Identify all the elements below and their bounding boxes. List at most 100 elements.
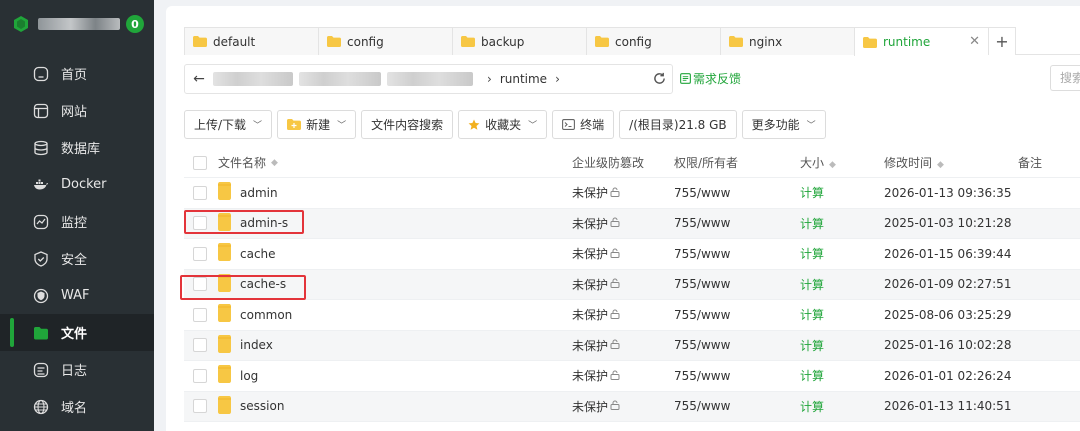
calculate-size-link[interactable]: 计算 <box>800 278 824 292</box>
permission-owner[interactable]: 755/www <box>674 308 730 322</box>
database-icon <box>32 139 49 156</box>
permission-owner[interactable]: 755/www <box>674 247 730 261</box>
unlock-icon[interactable] <box>610 369 620 383</box>
refresh-icon[interactable] <box>653 72 666 85</box>
calculate-size-link[interactable]: 计算 <box>800 339 824 353</box>
file-name[interactable]: admin-s <box>240 216 288 230</box>
calculate-size-link[interactable]: 计算 <box>800 186 824 200</box>
table-row[interactable]: index 未保护 755/www 计算 2025-01-16 10:02:28 <box>184 330 1080 361</box>
calculate-size-link[interactable]: 计算 <box>800 369 824 383</box>
terminal-button[interactable]: 终端 <box>552 110 615 139</box>
tab-config[interactable]: config <box>318 27 452 55</box>
permission-owner[interactable]: 755/www <box>674 369 730 383</box>
sort-icon: ◆ <box>271 157 278 168</box>
permission-owner[interactable]: 755/www <box>674 216 730 230</box>
row-checkbox[interactable] <box>193 246 207 261</box>
row-checkbox[interactable] <box>193 307 207 322</box>
content-search-button[interactable]: 文件内容搜索 <box>361 110 454 139</box>
more-functions-button[interactable]: 更多功能 ﹀ <box>741 110 826 139</box>
calculate-size-link[interactable]: 计算 <box>800 247 824 261</box>
row-checkbox[interactable] <box>193 368 207 383</box>
sidebar-item-home[interactable]: 首页 <box>0 55 154 92</box>
new-button[interactable]: 新建 ﹀ <box>277 110 357 139</box>
button-label: 终端 <box>580 118 605 132</box>
sidebar-item-waf[interactable]: WAF <box>0 277 154 314</box>
unlock-icon[interactable] <box>610 247 620 261</box>
sidebar: 0 首页 网站 数据库 Docker 监控 安全 WAF 文件 日志 域名 <box>0 0 154 431</box>
folder-icon <box>218 182 231 203</box>
tab-label: runtime <box>883 35 931 49</box>
column-modified[interactable]: 修改时间 ◆ <box>884 154 1018 171</box>
permission-owner[interactable]: 755/www <box>674 399 730 413</box>
permission-owner[interactable]: 755/www <box>674 277 730 291</box>
folder-icon <box>218 334 231 356</box>
sidebar-item-domain[interactable]: 域名 <box>0 388 154 425</box>
row-checkbox[interactable] <box>193 185 207 200</box>
unlock-icon[interactable] <box>610 308 620 322</box>
file-name[interactable]: log <box>240 369 258 383</box>
modified-time: 2026-01-15 06:39:44 <box>884 246 1012 261</box>
feedback-link[interactable]: 需求反馈 <box>680 70 741 87</box>
table-row[interactable]: common 未保护 755/www 计算 2025-08-06 03:25:29 <box>184 300 1080 331</box>
favorites-button[interactable]: 收藏夹 ﹀ <box>458 110 548 139</box>
tab-runtime[interactable]: runtime ✕ <box>854 27 988 56</box>
sidebar-item-label: 文件 <box>61 327 88 342</box>
column-size[interactable]: 大小 ◆ <box>800 154 884 171</box>
table-row[interactable]: session 未保护 755/www 计算 2026-01-13 11:40:51 <box>184 391 1080 422</box>
permission-owner[interactable]: 755/www <box>674 186 730 200</box>
close-icon[interactable]: ✕ <box>969 34 980 49</box>
protect-status: 未保护 <box>572 308 609 323</box>
sidebar-item-security[interactable]: 安全 <box>0 240 154 277</box>
table-row[interactable]: admin-s 未保护 755/www 计算 2025-01-03 10:21:28 <box>184 208 1080 239</box>
sidebar-item-label: WAF <box>61 288 90 303</box>
file-name[interactable]: cache <box>240 247 276 261</box>
sort-icon: ◆ <box>937 160 944 170</box>
tab-config[interactable]: config <box>586 27 720 55</box>
sidebar-item-docker[interactable]: Docker <box>0 166 154 203</box>
header-label: 备注 <box>1018 156 1043 170</box>
file-name[interactable]: cache-s <box>240 277 286 291</box>
file-name[interactable]: common <box>240 308 292 322</box>
row-checkbox[interactable] <box>193 338 207 353</box>
sidebar-item-logs[interactable]: 日志 <box>0 351 154 388</box>
column-name[interactable]: 文件名称 ◆ <box>218 154 572 171</box>
tab-label: nginx <box>749 34 783 49</box>
calculate-size-link[interactable]: 计算 <box>800 217 824 231</box>
path-current[interactable]: runtime <box>500 72 547 86</box>
tab-backup[interactable]: backup <box>452 27 586 55</box>
table-row[interactable]: cache 未保护 755/www 计算 2026-01-15 06:39:44 <box>184 239 1080 270</box>
add-tab-button[interactable]: + <box>988 27 1016 55</box>
unlock-icon[interactable] <box>610 338 620 352</box>
folder-icon <box>595 36 609 47</box>
file-name[interactable]: admin <box>240 186 278 200</box>
disk-usage-button[interactable]: /(根目录)21.8 GB <box>619 110 737 139</box>
table-row[interactable]: cache-s 未保护 755/www 计算 2026-01-09 02:27:51 <box>184 269 1080 300</box>
tab-nginx[interactable]: nginx <box>720 27 854 55</box>
row-checkbox[interactable] <box>193 399 207 414</box>
back-arrow-icon[interactable]: ← <box>185 71 213 87</box>
path-bar[interactable]: ← › runtime › <box>184 64 673 94</box>
notification-badge[interactable]: 0 <box>126 15 144 33</box>
sidebar-item-files[interactable]: 文件 <box>0 314 154 351</box>
file-name[interactable]: session <box>240 399 284 413</box>
permission-owner[interactable]: 755/www <box>674 338 730 352</box>
unlock-icon[interactable] <box>610 399 620 413</box>
unlock-icon[interactable] <box>610 277 620 291</box>
sidebar-item-monitor[interactable]: 监控 <box>0 203 154 240</box>
row-checkbox[interactable] <box>193 277 207 292</box>
calculate-size-link[interactable]: 计算 <box>800 308 824 322</box>
sidebar-item-website[interactable]: 网站 <box>0 92 154 129</box>
unlock-icon[interactable] <box>610 186 620 200</box>
search-input[interactable]: 搜索 <box>1050 65 1080 91</box>
tab-default[interactable]: default <box>184 27 318 55</box>
table-row[interactable]: admin 未保护 755/www 计算 2026-01-13 09:36:35 <box>184 178 1080 209</box>
calculate-size-link[interactable]: 计算 <box>800 400 824 414</box>
sidebar-item-label: 首页 <box>61 68 88 83</box>
table-row[interactable]: log 未保护 755/www 计算 2026-01-01 02:26:24 <box>184 361 1080 392</box>
select-all-checkbox[interactable] <box>193 155 207 170</box>
row-checkbox[interactable] <box>193 216 207 231</box>
sidebar-item-database[interactable]: 数据库 <box>0 129 154 166</box>
unlock-icon[interactable] <box>610 216 620 230</box>
file-name[interactable]: index <box>240 338 273 352</box>
upload-download-button[interactable]: 上传/下载 ﹀ <box>184 110 273 139</box>
